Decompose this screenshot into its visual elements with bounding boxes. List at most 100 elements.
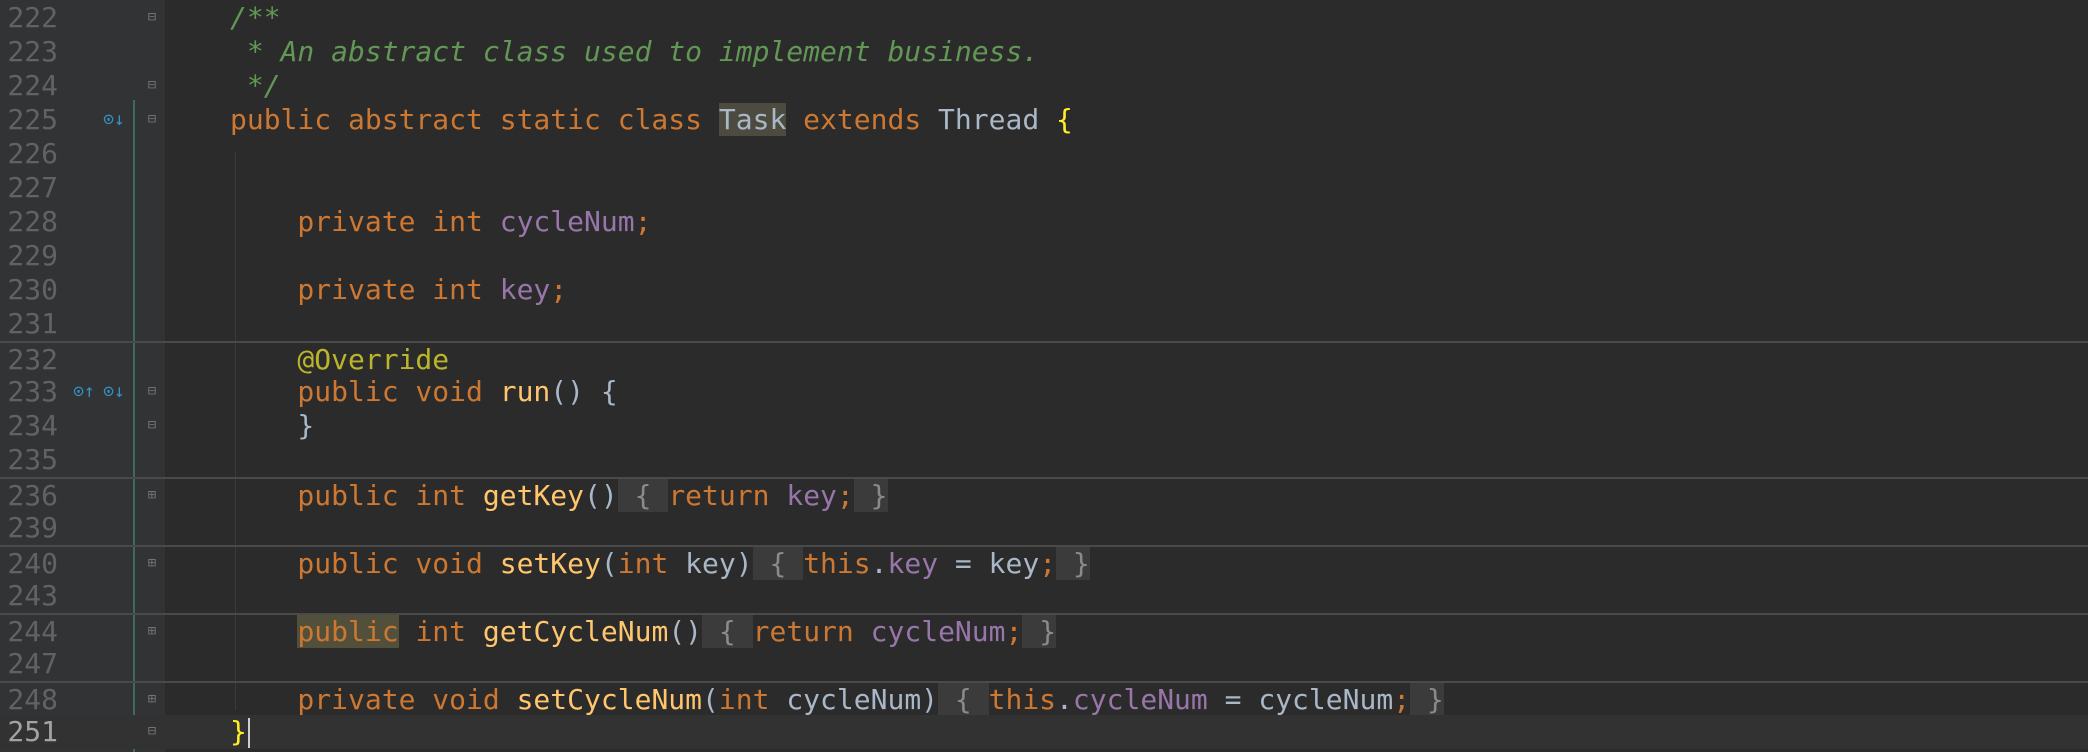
line-number[interactable]: 243 (0, 579, 58, 613)
fold-collapse-icon[interactable]: ⊟ (145, 9, 159, 25)
implemented-down-icon[interactable]: ⊙↓ (100, 110, 128, 130)
line-number[interactable]: 231 (0, 307, 58, 341)
line-number[interactable]: 226 (0, 137, 58, 171)
code-line[interactable]: 225 ⊙↓ ⊟ public abstract static class Task … (0, 103, 2088, 137)
code-text[interactable]: /** (230, 1, 281, 35)
line-number[interactable]: 224 (0, 69, 58, 103)
code-token: () (668, 615, 703, 648)
fold-expand-icon[interactable]: ⊞ (145, 623, 159, 639)
overrides-up-icon[interactable]: ⊙↑ (70, 382, 98, 402)
code-line[interactable]: 243 (0, 579, 2088, 613)
code-token: key (887, 547, 939, 580)
fold-collapse-icon[interactable]: ⊟ (145, 417, 159, 433)
line-number[interactable]: 236 (0, 479, 58, 513)
code-text[interactable]: public void setKey(int key) { this.key =… (230, 547, 1090, 581)
code-token: public abstract static class (230, 103, 719, 136)
implemented-down-icon[interactable]: ⊙↓ (100, 382, 128, 402)
line-number[interactable]: 229 (0, 239, 58, 273)
fold-collapse-icon[interactable]: ⊟ (145, 383, 159, 399)
code-token: cycleNum (1072, 683, 1208, 716)
code-text[interactable]: public void run() { (230, 375, 617, 409)
code-line[interactable]: 251 ⊟} (0, 715, 2088, 749)
code-token: */ (230, 69, 281, 102)
fold-expand-icon[interactable]: ⊞ (145, 487, 159, 503)
code-editor[interactable]: 222 ⊟/** 223 * An abstract class used to i… (0, 0, 2088, 752)
code-token: key) (685, 547, 753, 580)
code-token: } (1056, 547, 1090, 580)
code-token: = key (938, 547, 1040, 580)
code-text[interactable]: public int getCycleNum() { return cycleN… (230, 615, 1057, 649)
code-token: cycleNum (870, 615, 1006, 648)
fold-collapse-icon[interactable]: ⊟ (145, 77, 159, 93)
code-text[interactable]: * An abstract class used to implement bu… (230, 35, 1039, 69)
code-line[interactable]: 231 (0, 307, 2088, 341)
code-line[interactable]: 232 @Override (0, 341, 2088, 377)
code-token: } (230, 409, 315, 442)
line-number[interactable]: 244 (0, 615, 58, 649)
line-number[interactable]: 233 (0, 375, 58, 409)
code-line[interactable]: 233 ⊙↓ ⊙↑ ⊟ public void run() { (0, 375, 2088, 409)
line-number[interactable]: 240 (0, 547, 58, 581)
line-number[interactable]: 239 (0, 511, 58, 545)
code-token: ; (836, 479, 854, 512)
code-line[interactable]: 236 ⊞ public int getKey() { return key; } (0, 477, 2088, 513)
code-text[interactable]: private int cycleNum; (230, 205, 651, 239)
code-token: } (230, 715, 247, 748)
code-text[interactable]: } (230, 715, 250, 749)
code-line[interactable]: 223 * An abstract class used to implemen… (0, 35, 2088, 69)
fold-expand-icon[interactable]: ⊞ (145, 555, 159, 571)
code-text[interactable]: public abstract static class Task extend… (230, 103, 1073, 137)
code-text[interactable]: private void setCycleNum(int cycleNum) {… (230, 683, 1444, 717)
line-number[interactable]: 234 (0, 409, 58, 443)
line-number[interactable]: 230 (0, 273, 58, 307)
code-token: } (853, 479, 888, 512)
code-line[interactable]: 239 (0, 511, 2088, 545)
fold-collapse-icon[interactable]: ⊟ (145, 111, 159, 127)
code-line[interactable]: 248 ⊞ private void setCycleNum(int cycleN… (0, 681, 2088, 717)
code-token: . (870, 547, 888, 580)
line-number[interactable]: 223 (0, 35, 58, 69)
code-line[interactable]: 228 private int cycleNum; (0, 205, 2088, 239)
code-line[interactable]: 227 (0, 171, 2088, 205)
code-line[interactable]: 224 ⊟ */ (0, 69, 2088, 103)
code-token: ; (1393, 683, 1411, 716)
code-line[interactable]: 226 (0, 137, 2088, 171)
line-number[interactable]: 248 (0, 683, 58, 717)
code-text[interactable]: @Override (230, 343, 449, 377)
code-text[interactable]: */ (230, 69, 281, 103)
code-line[interactable]: 235 (0, 443, 2088, 477)
code-token: public (297, 615, 399, 648)
code-token: { (617, 479, 669, 512)
code-token: ; (634, 205, 652, 238)
code-line[interactable]: 247 (0, 647, 2088, 681)
code-token: public void (230, 375, 500, 408)
line-number[interactable]: 222 (0, 1, 58, 35)
code-line[interactable]: 229 (0, 239, 2088, 273)
code-text[interactable]: private int key; (230, 273, 567, 307)
code-token: run (499, 375, 551, 408)
code-token: () (584, 479, 618, 512)
line-number[interactable]: 225 (0, 103, 58, 137)
code-token: } (1410, 683, 1444, 716)
line-number[interactable]: 227 (0, 171, 58, 205)
code-line[interactable]: 234 ⊟ } (0, 409, 2088, 443)
line-number[interactable]: 228 (0, 205, 58, 239)
fold-expand-icon[interactable]: ⊞ (145, 691, 159, 707)
code-token: Task (718, 103, 787, 136)
code-line[interactable]: 240 ⊞ public void setKey(int key) { this.… (0, 545, 2088, 581)
code-line[interactable]: 230 private int key; (0, 273, 2088, 307)
code-line[interactable]: 222 ⊟ /** (0, 1, 2088, 35)
code-line[interactable]: 244 ⊞ public int getCycleNum() { return c… (0, 613, 2088, 649)
code-token: = cycleNum (1207, 683, 1394, 716)
code-text[interactable]: public int getKey() { return key; } (230, 479, 888, 513)
fold-collapse-icon[interactable]: ⊟ (145, 723, 159, 739)
code-token: cycleNum) (786, 683, 939, 716)
code-text[interactable]: } (230, 409, 314, 443)
line-number[interactable]: 251 (0, 715, 58, 749)
code-token: { (752, 547, 804, 580)
line-number[interactable]: 232 (0, 343, 58, 377)
code-token: } (1022, 615, 1057, 648)
line-number[interactable]: 247 (0, 647, 58, 681)
line-number[interactable]: 235 (0, 443, 58, 477)
